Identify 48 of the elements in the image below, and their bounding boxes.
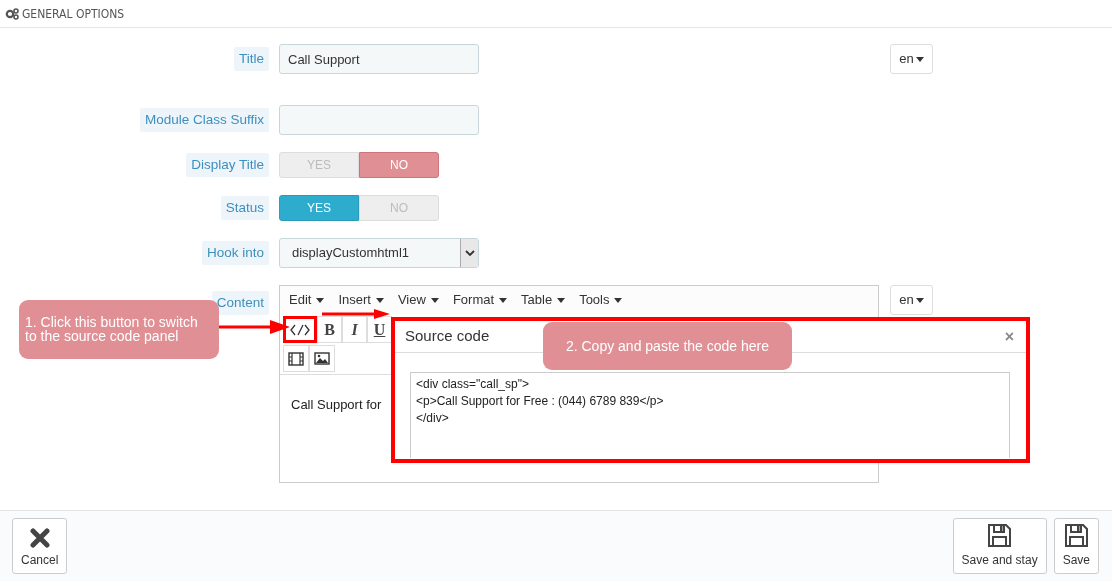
code-field[interactable]: <div class="call_sp"> <p>Call Support for Free : (044) 6789 839</p> </div> [410,372,1010,458]
language-button[interactable]: en [890,44,933,74]
caret-icon [915,297,924,303]
caret-icon [557,297,566,303]
close-icon [29,528,50,548]
close-button[interactable]: × [1002,324,1016,349]
menu-item[interactable]: Edit [284,288,330,312]
footer-button[interactable]: Cancel [12,518,68,574]
floppy-icon [987,523,1013,548]
caret-icon [375,297,384,303]
caret-icon [499,297,508,303]
arrow [322,309,390,319]
field-label: Module Class Suffix [139,107,269,133]
select-field[interactable]: displayCustomhtml1 [279,238,479,268]
field-label: Title [234,46,269,72]
code-icon [290,322,310,337]
chevron-icon [464,249,475,257]
field-label: Display Title [186,152,269,178]
format-button[interactable]: B [317,316,342,343]
video-button[interactable] [283,345,309,372]
editor-text: Call Support for [291,397,382,412]
field-label: Content [211,291,269,316]
caret-icon [430,297,439,303]
section-title: GENERAL OPTIONS [22,5,125,23]
field-label: Status [220,195,269,221]
menu-item[interactable]: Format [447,288,513,312]
caret-icon [614,297,623,303]
arrow [219,320,290,334]
text-field[interactable] [279,105,479,135]
menu-item[interactable]: View [392,288,444,312]
caret-icon [316,297,325,303]
format-button[interactable]: I [342,316,367,343]
menu-item[interactable]: Tools [574,288,628,312]
menu-item[interactable]: Table [516,288,571,312]
floppy-icon [1063,523,1089,548]
image-icon [314,352,330,365]
gears-icon [5,7,19,20]
caret-icon [915,56,924,62]
film-icon [288,351,304,366]
code-button[interactable] [283,316,317,343]
footer-button[interactable]: Save and stay [952,518,1047,574]
footer-button[interactable]: Save [1053,518,1099,574]
image-button[interactable] [309,345,335,372]
callout: 2. Copy and paste the code here [543,322,792,370]
field-label: Hook into [201,240,269,266]
text-field[interactable]: Call Support [279,44,479,74]
dialog-title: Source code [405,326,490,347]
language-button[interactable]: en [890,285,933,315]
